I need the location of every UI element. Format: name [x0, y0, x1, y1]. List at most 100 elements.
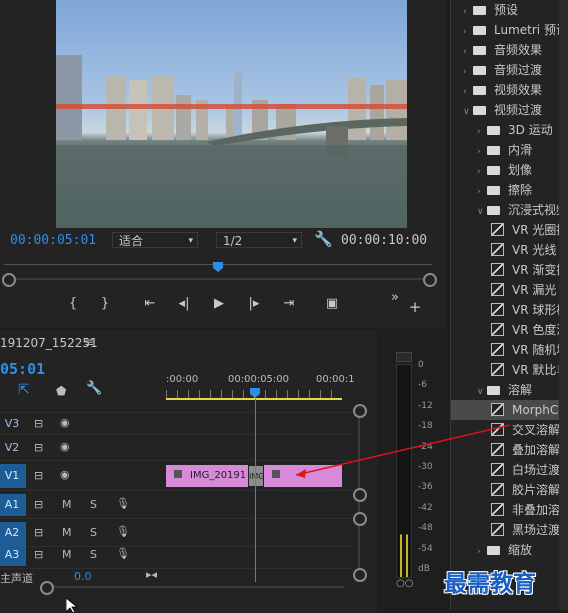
- scroll-left-handle[interactable]: [40, 581, 54, 595]
- film-icon[interactable]: ⊟: [34, 548, 43, 561]
- effects-folder[interactable]: ∨ 视频过渡: [451, 100, 568, 120]
- mic-icon[interactable]: 🎙: [116, 497, 130, 510]
- eye-icon[interactable]: ◉: [60, 440, 70, 453]
- chevron-down-icon[interactable]: ∨: [477, 382, 487, 402]
- chevron-right-icon[interactable]: ›: [463, 62, 473, 82]
- effect-item[interactable]: VR 光线: [451, 240, 568, 260]
- film-icon[interactable]: ⊟: [34, 417, 43, 430]
- timeline-timecode[interactable]: 05:01: [0, 360, 45, 378]
- menu-icon[interactable]: ≡: [84, 335, 94, 349]
- effect-item[interactable]: VR 漏光: [451, 280, 568, 300]
- mute-button[interactable]: M: [62, 526, 72, 539]
- go-to-out-icon[interactable]: ⇥: [279, 296, 299, 311]
- go-to-end-icon[interactable]: ▸◂: [146, 568, 157, 581]
- mute-button[interactable]: M: [62, 498, 72, 511]
- track-a1[interactable]: A1: [0, 494, 26, 516]
- effects-scrollbar[interactable]: [559, 0, 568, 610]
- effects-folder[interactable]: › 预设: [451, 0, 568, 20]
- mute-button[interactable]: M: [62, 548, 72, 561]
- mic-icon[interactable]: 🎙: [116, 525, 130, 538]
- more-controls-icon[interactable]: »: [385, 290, 405, 305]
- zoom-right-handle[interactable]: [423, 273, 437, 287]
- effects-folder[interactable]: › 3D 运动: [451, 120, 568, 140]
- transition-block[interactable]: IMG: [248, 465, 264, 487]
- sequence-name[interactable]: 191207_152251: [0, 336, 98, 350]
- mark-in-icon[interactable]: {: [63, 296, 83, 311]
- snap-icon[interactable]: ⇱: [18, 382, 30, 398]
- solo-button[interactable]: S: [90, 498, 97, 511]
- chevron-right-icon[interactable]: ›: [463, 42, 473, 62]
- step-back-icon[interactable]: ◂|: [174, 296, 194, 311]
- solo-button[interactable]: S: [90, 548, 97, 561]
- go-to-in-icon[interactable]: ⇤: [140, 296, 160, 311]
- chevron-down-icon[interactable]: ∨: [463, 102, 473, 122]
- play-icon[interactable]: ▶: [209, 296, 229, 311]
- resolution-dropdown[interactable]: 1/2 ▾: [216, 232, 302, 248]
- track-v2[interactable]: V2: [0, 438, 26, 458]
- effect-item[interactable]: VR 色度泄漏: [451, 320, 568, 340]
- effects-folder[interactable]: › Lumetri 预设: [451, 20, 568, 40]
- mic-icon[interactable]: 🎙: [116, 547, 130, 560]
- effect-item[interactable]: 叠加溶解: [451, 440, 568, 460]
- track-a3[interactable]: A3: [0, 544, 26, 566]
- eye-icon[interactable]: ◉: [60, 468, 70, 481]
- clip-1[interactable]: IMG_20191: [166, 465, 248, 487]
- eye-icon[interactable]: ◉: [60, 416, 70, 429]
- marker-icon[interactable]: ⬟: [56, 384, 66, 398]
- effects-folder[interactable]: ∨ 沉浸式视频: [451, 200, 568, 220]
- effects-folder[interactable]: › 视频效果: [451, 80, 568, 100]
- effects-folder[interactable]: › 擦除: [451, 180, 568, 200]
- chevron-right-icon[interactable]: ›: [463, 2, 473, 22]
- chevron-down-icon[interactable]: ∨: [477, 202, 487, 222]
- v-scroll-a-handle[interactable]: [353, 512, 367, 526]
- chevron-right-icon[interactable]: ›: [463, 22, 473, 42]
- current-timecode[interactable]: 00:00:05:01: [10, 233, 96, 248]
- effect-item[interactable]: 胶片溶解: [451, 480, 568, 500]
- effect-item[interactable]: VR 默比乌斯缩放: [451, 360, 568, 380]
- solo-button[interactable]: S: [90, 526, 97, 539]
- chevron-right-icon[interactable]: ›: [477, 542, 487, 562]
- export-frame-icon[interactable]: ▣: [322, 296, 342, 311]
- effects-folder[interactable]: ∨ 溶解: [451, 380, 568, 400]
- effect-item[interactable]: VR 随机块: [451, 340, 568, 360]
- zoom-left-handle[interactable]: [2, 273, 16, 287]
- effects-folder[interactable]: › 音频过渡: [451, 60, 568, 80]
- chevron-right-icon[interactable]: ›: [477, 182, 487, 202]
- effects-folder[interactable]: › 音频效果: [451, 40, 568, 60]
- work-area-bar[interactable]: [166, 398, 342, 400]
- monitor-zoom-bar[interactable]: [4, 278, 432, 280]
- solo-buttons[interactable]: ○○: [396, 578, 413, 589]
- add-button-icon[interactable]: +: [405, 298, 425, 316]
- effects-folder[interactable]: › 内滑: [451, 140, 568, 160]
- film-icon[interactable]: ⊟: [34, 441, 43, 454]
- effect-item[interactable]: 交叉溶解: [451, 420, 568, 440]
- film-icon[interactable]: ⊟: [34, 498, 43, 511]
- effect-item[interactable]: MorphCut: [451, 400, 568, 420]
- film-icon[interactable]: ⊟: [34, 469, 43, 482]
- effects-folder[interactable]: › 缩放: [451, 540, 568, 560]
- effect-item[interactable]: 白场过渡: [451, 460, 568, 480]
- chevron-right-icon[interactable]: ›: [477, 162, 487, 182]
- effects-folder[interactable]: › 划像: [451, 160, 568, 180]
- v-scroll-bottom-handle[interactable]: [353, 568, 367, 582]
- monitor-playhead[interactable]: [213, 262, 223, 272]
- chevron-right-icon[interactable]: ›: [463, 82, 473, 102]
- v-scroll-mid-handle[interactable]: [353, 488, 367, 502]
- wrench-icon[interactable]: 🔧: [314, 230, 333, 248]
- effect-item[interactable]: VR 球形模糊: [451, 300, 568, 320]
- effect-item[interactable]: 非叠加溶解: [451, 500, 568, 520]
- v-scroll-top-handle[interactable]: [353, 404, 367, 418]
- master-volume-value[interactable]: 0.0: [74, 570, 92, 583]
- fit-dropdown[interactable]: 适合 ▾: [112, 232, 198, 248]
- chevron-right-icon[interactable]: ›: [477, 142, 487, 162]
- film-icon[interactable]: ⊟: [34, 526, 43, 539]
- track-a2[interactable]: A2: [0, 522, 26, 544]
- timeline-scrollbar[interactable]: [44, 586, 344, 588]
- effect-item[interactable]: 黑场过渡: [451, 520, 568, 540]
- chevron-right-icon[interactable]: ›: [477, 122, 487, 142]
- step-forward-icon[interactable]: |▸: [244, 296, 264, 311]
- mark-out-icon[interactable]: }: [95, 296, 115, 311]
- track-v1[interactable]: V1: [0, 464, 26, 488]
- effect-item[interactable]: VR 渐变擦除: [451, 260, 568, 280]
- effect-item[interactable]: VR 光圈擦除: [451, 220, 568, 240]
